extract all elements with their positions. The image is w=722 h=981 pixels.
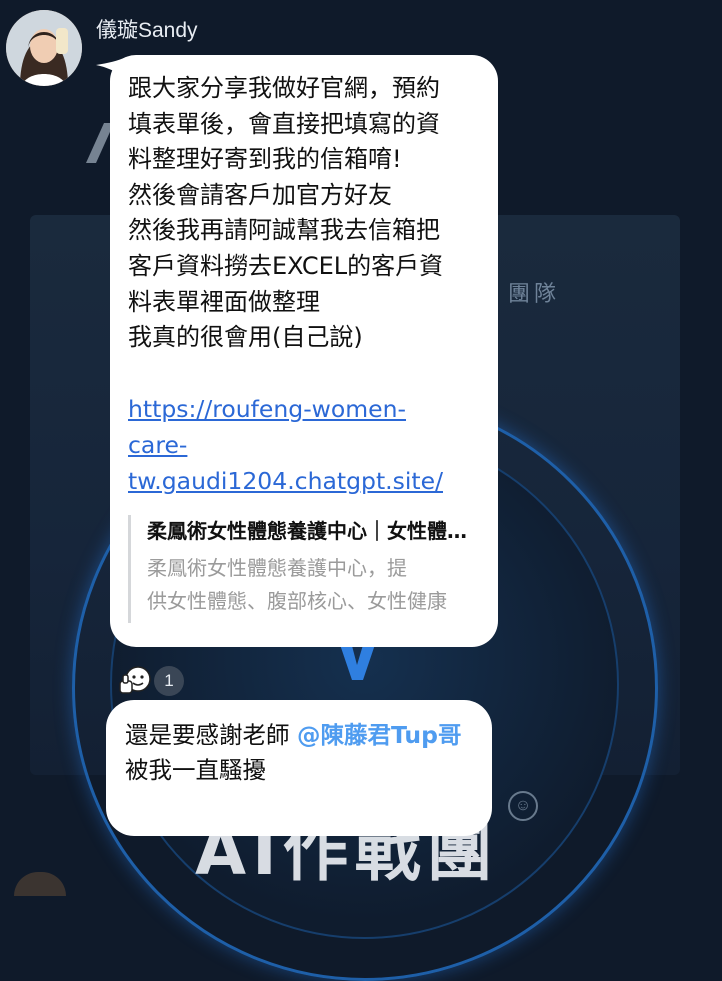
emoji-icon[interactable]: ☺ (508, 791, 538, 821)
link-preview-description: 柔鳳術女性體態養護中心，提 供女性體態、腹部核心、女性健康 (147, 552, 480, 618)
link-preview-desc-line: 供女性體態、腹部核心、女性健康 (147, 589, 447, 613)
message-text: 跟大家分享我做好官網，預約 填表單後，會直接把填寫的資 料整理好寄到我的信箱唷!… (128, 74, 444, 352)
link-preview-title: 柔鳳術女性體態養護中心｜女性體態養護 (147, 519, 480, 543)
link-preview[interactable]: 柔鳳術女性體態養護中心｜女性體態養護 柔鳳術女性體態養護中心，提 供女性體態、腹… (128, 515, 480, 623)
mention-tag[interactable]: @陳藤君Tup哥 (297, 721, 462, 749)
message-link[interactable]: https://roufeng-women- care- tw.gaudi120… (128, 391, 473, 499)
thumbs-up-face-icon (119, 666, 151, 694)
message-bubble[interactable]: 跟大家分享我做好官網，預約 填表單後，會直接把填寫的資 料整理好寄到我的信箱唷!… (96, 55, 498, 647)
sender-name: 儀璇Sandy (96, 19, 198, 42)
reaction-count: 1 (154, 666, 184, 696)
wallpaper-team-text: 團隊 (508, 282, 561, 307)
message-prefix: 還是要感謝老師 (125, 721, 297, 749)
link-preview-desc-line: 柔鳳術女性體態養護中心，提 (147, 556, 407, 580)
bubble-tail (96, 57, 126, 79)
next-sender-avatar[interactable] (14, 872, 66, 896)
sender-avatar[interactable] (6, 10, 82, 86)
message-bubble[interactable]: 還是要感謝老師 @陳藤君Tup哥被我一直騷擾 (106, 700, 492, 836)
message-text: 還是要感謝老師 @陳藤君Tup哥被我一直騷擾 (125, 718, 475, 788)
message-reaction[interactable]: 1 (118, 665, 184, 697)
message-suffix: 被我一直騷擾 (125, 756, 266, 784)
avatar-photo-icon (6, 10, 82, 86)
